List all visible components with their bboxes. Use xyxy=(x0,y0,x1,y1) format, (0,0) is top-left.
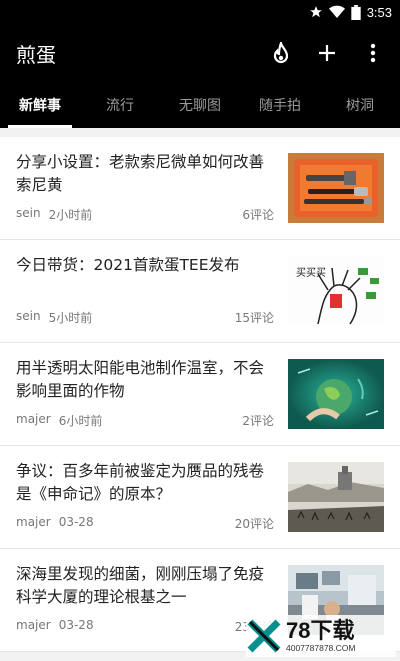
tab-snapshots[interactable]: 随手拍 xyxy=(240,82,320,128)
app-title: 煎蛋 xyxy=(16,42,56,67)
hot-flame-icon[interactable] xyxy=(268,40,294,66)
post-comments: 20评论 xyxy=(234,517,274,531)
thumb-caption: 买买买 xyxy=(296,267,326,279)
wifi-icon xyxy=(328,5,345,19)
tab-bar: 新鲜事 流行 无聊图 随手拍 树洞 xyxy=(0,82,400,128)
add-icon[interactable] xyxy=(314,40,340,66)
list-item[interactable]: 争议：百多年前被鉴定为赝品的残卷是《申命记》的原本？ majer 03-28 2… xyxy=(0,446,400,549)
post-author: majer xyxy=(16,618,51,632)
watermark-logo-icon xyxy=(246,618,282,654)
post-time: 03-28 xyxy=(58,618,94,632)
post-title: 深海里发现的细菌，刚刚压塌了免疫科学大厦的理论根基之一 xyxy=(16,565,265,606)
status-time: 3:53 xyxy=(366,4,392,20)
tab-popular[interactable]: 流行 xyxy=(80,82,160,128)
post-author: majer xyxy=(16,515,51,529)
post-thumbnail-tools[interactable] xyxy=(288,153,384,223)
list-item[interactable]: 今日带货：2021首款蛋TEE发布 sein 5小时前 15评论 买买买 xyxy=(0,240,400,343)
tab-boring-pics[interactable]: 无聊图 xyxy=(160,82,240,128)
more-menu-icon[interactable] xyxy=(360,40,386,66)
status-bar: 3:53 xyxy=(0,0,400,24)
post-thumbnail-engraving[interactable] xyxy=(288,462,384,532)
post-comments: 6评论 xyxy=(242,208,274,222)
post-comments: 2评论 xyxy=(242,414,274,428)
post-title: 今日带货：2021首款蛋TEE发布 xyxy=(16,256,240,274)
list-item[interactable]: 用半透明太阳能电池制作温室，不会影响里面的作物 majer 6小时前 2评论 xyxy=(0,343,400,446)
battery-icon xyxy=(351,4,361,20)
post-author: sein xyxy=(16,309,41,323)
app-bar: 煎蛋 xyxy=(0,24,400,82)
list-item[interactable]: 分享小设置：老款索尼微单如何改善索尼黄 sein 2小时前 6评论 xyxy=(0,137,400,240)
star-icon xyxy=(309,5,323,19)
tab-tree-hole[interactable]: 树洞 xyxy=(320,82,400,128)
site-watermark: 78下载 4007787878.COM xyxy=(246,615,396,657)
watermark-sub-text: 4007787878.COM xyxy=(286,643,356,653)
post-thumbnail-greenhouse[interactable] xyxy=(288,359,384,429)
post-list: 分享小设置：老款索尼微单如何改善索尼黄 sein 2小时前 6评论 今日带货：2… xyxy=(0,137,400,652)
post-author: majer xyxy=(16,412,51,426)
post-time: 6小时前 xyxy=(58,414,103,428)
post-title: 用半透明太阳能电池制作温室，不会影响里面的作物 xyxy=(16,359,265,400)
post-comments: 15评论 xyxy=(234,311,274,325)
post-title: 分享小设置：老款索尼微单如何改善索尼黄 xyxy=(16,153,265,194)
post-thumbnail-tee[interactable]: 买买买 xyxy=(288,256,384,326)
post-title: 争议：百多年前被鉴定为赝品的残卷是《申命记》的原本？ xyxy=(16,462,265,503)
watermark-main-text: 78下载 xyxy=(286,618,355,643)
tab-news[interactable]: 新鲜事 xyxy=(0,82,80,128)
post-author: sein xyxy=(16,206,41,220)
post-time: 2小时前 xyxy=(48,208,93,222)
post-time: 5小时前 xyxy=(48,311,93,325)
post-time: 03-28 xyxy=(58,515,94,529)
